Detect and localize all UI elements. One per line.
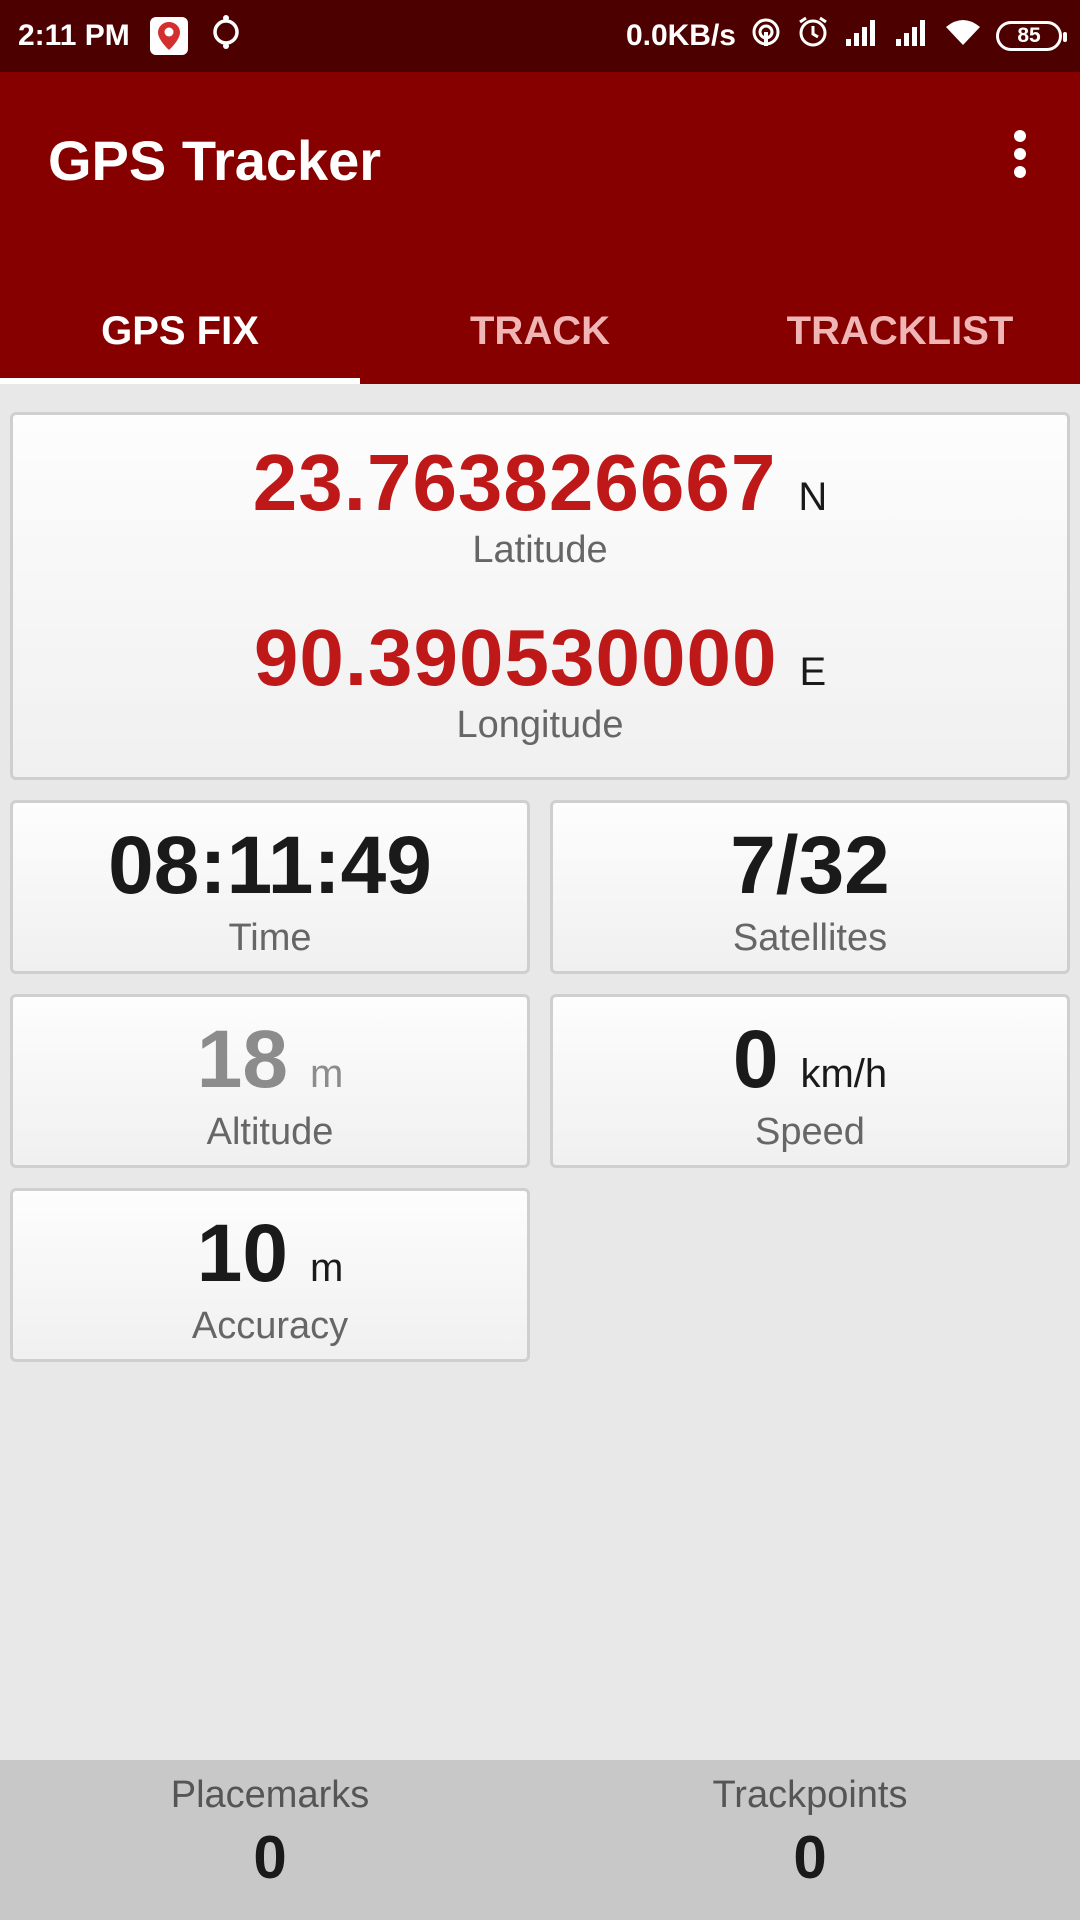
- altitude-card: 18 m Altitude: [10, 994, 530, 1168]
- sync-icon: [208, 14, 244, 58]
- trackpoints-value: 0: [793, 1824, 827, 1891]
- speed-unit: km/h: [800, 1051, 888, 1096]
- hotspot-icon: [750, 16, 782, 56]
- tab-tracklist[interactable]: TRACKLIST: [720, 278, 1080, 384]
- latitude-block: 23.763826667 N Latitude: [253, 437, 828, 572]
- net-speed: 0.0KB/s: [625, 19, 736, 52]
- status-bar: 2:11 PM 0.0KB/s 85: [0, 0, 1080, 72]
- signal-icon: [894, 17, 930, 55]
- accuracy-card: 10 m Accuracy: [10, 1188, 530, 1362]
- placemarks-value: 0: [253, 1824, 287, 1891]
- altitude-label: Altitude: [206, 1110, 334, 1153]
- latitude-value: 23.763826667: [252, 438, 777, 527]
- accuracy-label: Accuracy: [191, 1304, 349, 1347]
- bottom-summary-bar: Placemarks 0 Trackpoints 0: [0, 1760, 1080, 1920]
- trackpoints-counter: Trackpoints 0: [540, 1760, 1080, 1920]
- accuracy-value: 10: [196, 1207, 288, 1299]
- latitude-label: Latitude: [472, 529, 608, 571]
- altitude-unit: m: [309, 1051, 344, 1096]
- placemarks-counter: Placemarks 0: [0, 1760, 540, 1920]
- time-card: 08:11:49 Time: [10, 800, 530, 974]
- speed-value: 0: [732, 1013, 779, 1105]
- satellites-card: 7/32 Satellites: [550, 800, 1070, 974]
- longitude-label: Longitude: [456, 704, 624, 746]
- speed-label: Speed: [755, 1110, 865, 1153]
- overflow-menu-icon[interactable]: [1000, 124, 1040, 184]
- tab-track[interactable]: TRACK: [360, 278, 720, 384]
- maps-pin-icon: [149, 17, 188, 55]
- latitude-hemisphere: N: [798, 475, 828, 519]
- app-bar: GPS Tracker GPS FIX TRACK TRACKLIST: [0, 72, 1080, 384]
- alarm-icon: [796, 15, 830, 57]
- status-time: 2:11 PM: [18, 19, 130, 52]
- satellites-value: 7/32: [730, 819, 890, 911]
- signal-icon: [844, 17, 880, 55]
- placemarks-label: Placemarks: [170, 1774, 370, 1816]
- tab-bar: GPS FIX TRACK TRACKLIST: [0, 278, 1080, 384]
- time-value: 08:11:49: [108, 819, 432, 911]
- accuracy-unit: m: [309, 1245, 344, 1290]
- tab-gps-fix[interactable]: GPS FIX: [0, 278, 360, 384]
- battery-icon: 85: [996, 21, 1067, 51]
- coordinates-card: 23.763826667 N Latitude 90.390530000 E L…: [10, 412, 1070, 780]
- satellites-label: Satellites: [732, 916, 888, 959]
- longitude-hemisphere: E: [799, 650, 827, 694]
- trackpoints-label: Trackpoints: [712, 1774, 908, 1816]
- longitude-value: 90.390530000: [253, 613, 778, 702]
- battery-level: 85: [1017, 24, 1041, 47]
- altitude-value: 18: [196, 1013, 288, 1105]
- speed-card: 0 km/h Speed: [550, 994, 1070, 1168]
- longitude-block: 90.390530000 E Longitude: [254, 612, 826, 747]
- time-label: Time: [228, 916, 312, 959]
- wifi-icon: [944, 17, 982, 55]
- app-title: GPS Tracker: [48, 129, 382, 192]
